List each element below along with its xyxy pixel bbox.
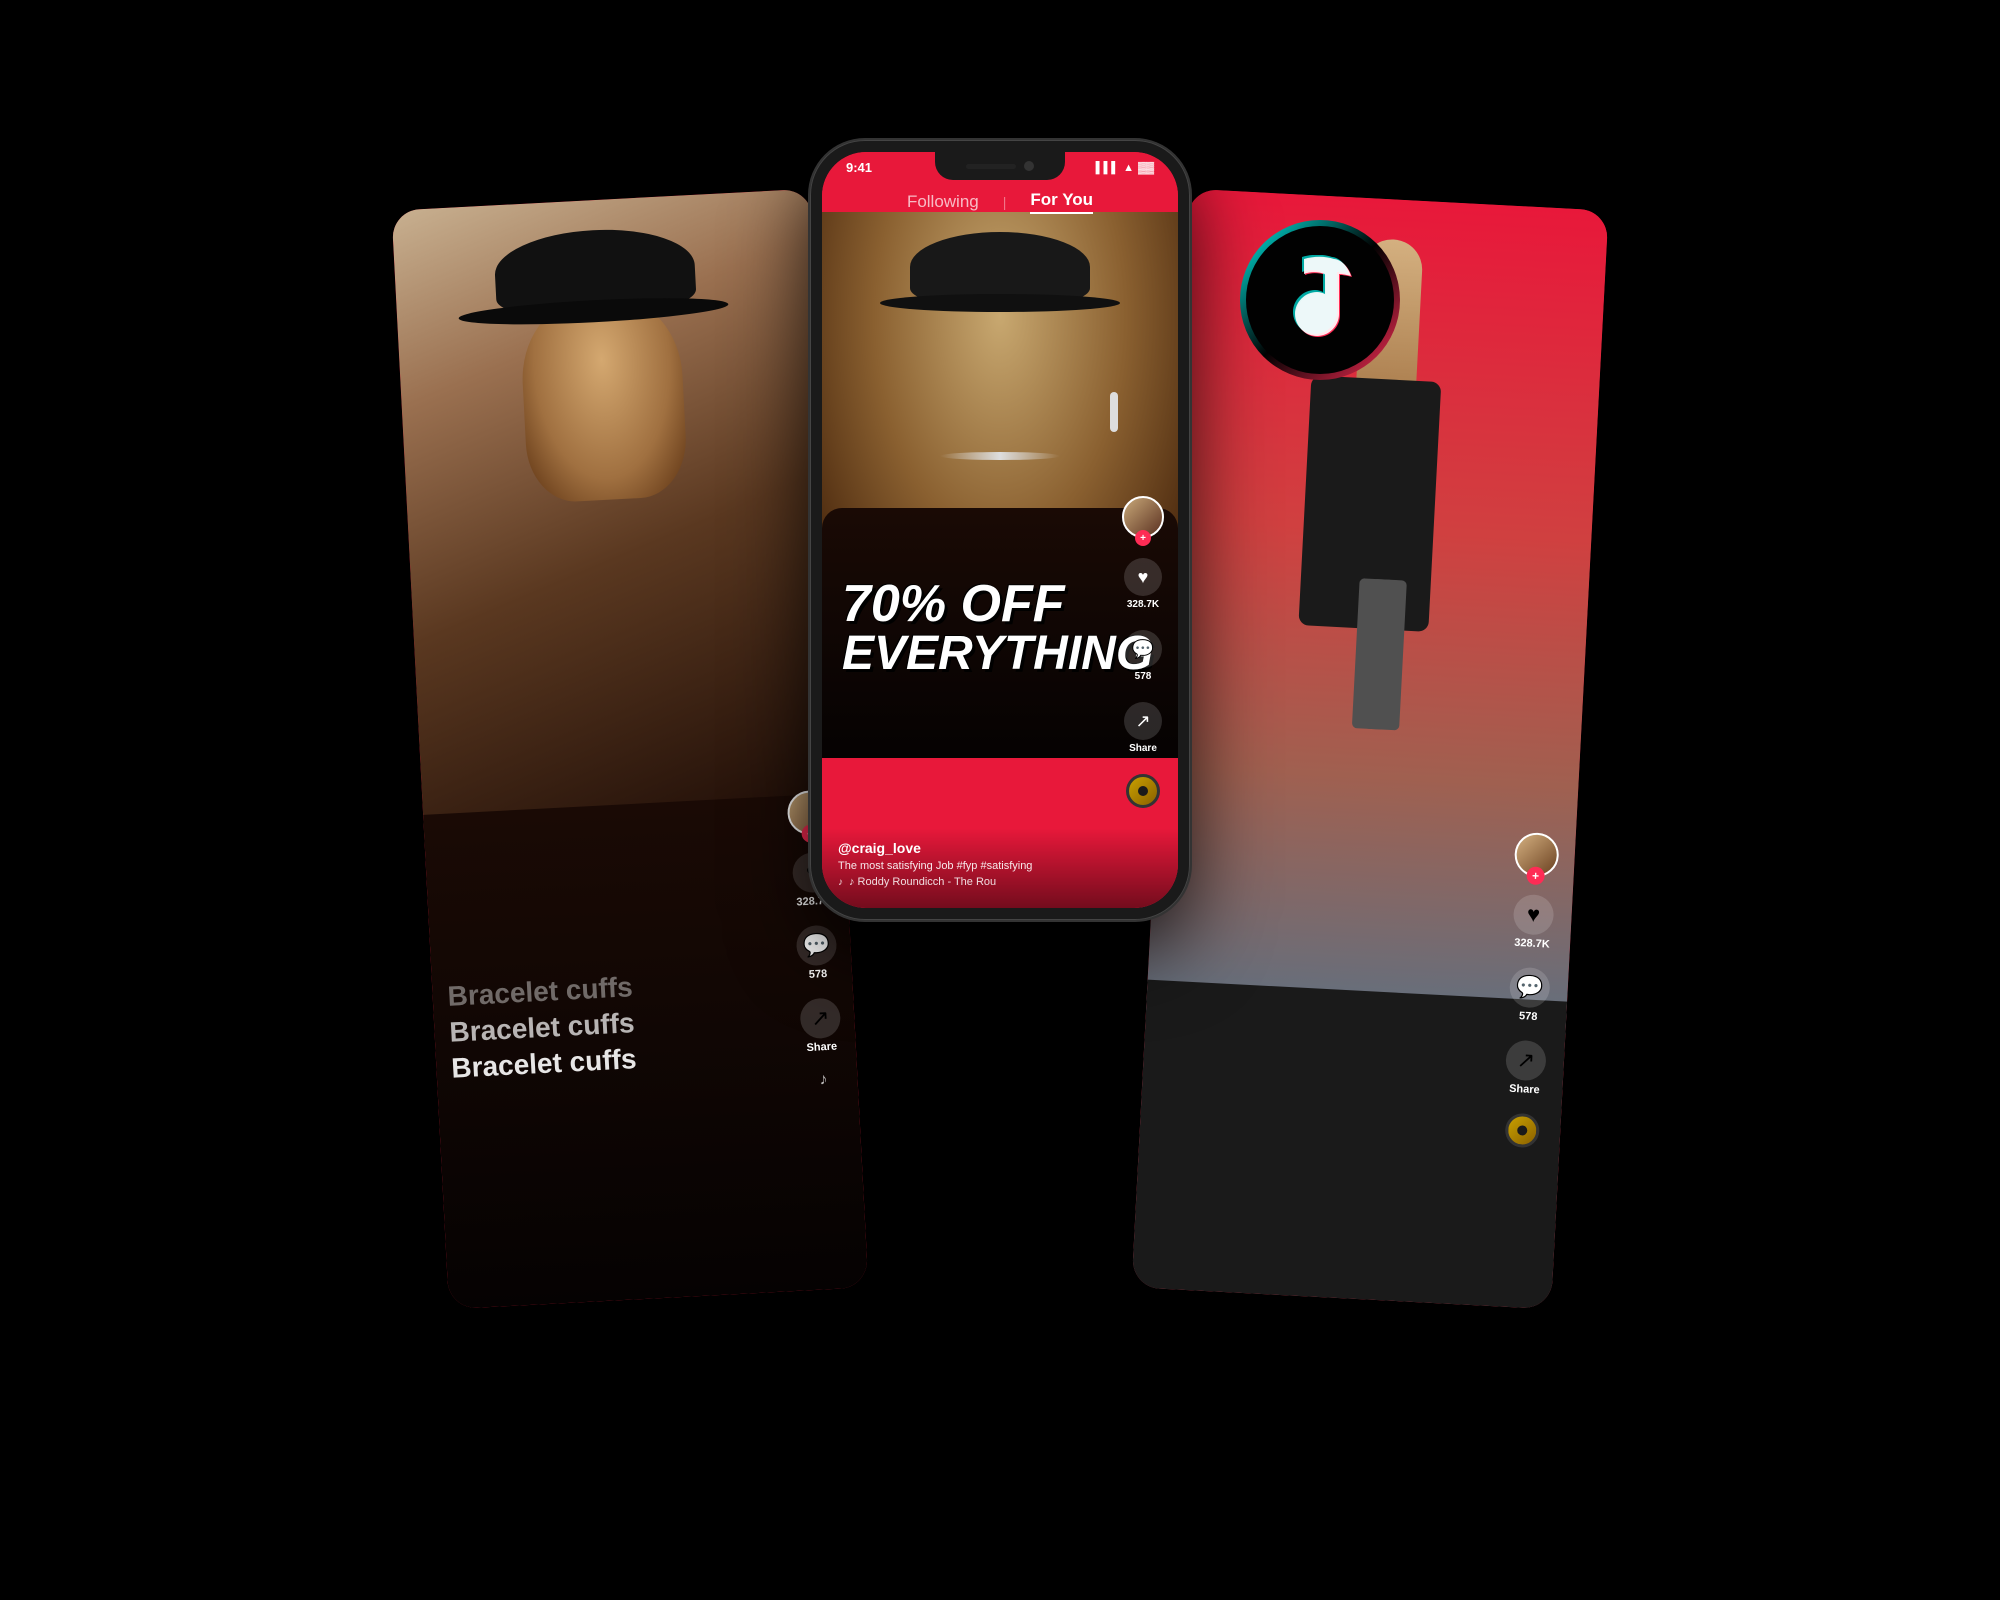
phone-share-label: Share [1129, 743, 1157, 754]
notch-speaker [966, 164, 1016, 169]
phone-comment-icon[interactable]: 💬 [1124, 630, 1162, 668]
right-share-label: Share [1509, 1083, 1540, 1097]
nav-divider: | [1003, 194, 1007, 210]
creator-name: @craig_love [838, 840, 1162, 856]
promo-main-text: 70% OFF [842, 578, 1118, 630]
right-card-music-disc [1504, 1113, 1540, 1149]
phone-music-disc [1126, 774, 1160, 808]
music-note-icon: ♪ [838, 877, 843, 888]
phone-avatar-container: + [1122, 496, 1164, 538]
promo-text-area: 70% OFF EVERYTHING [842, 578, 1118, 678]
phone-follow-plus[interactable]: + [1135, 530, 1151, 546]
phone-notch [935, 152, 1065, 180]
time-display: 9:41 [846, 160, 872, 175]
nav-tabs: Following | For You [822, 190, 1178, 214]
phone-side-icons: + ♥ 328.7K 💬 578 ↗ Share [1122, 496, 1164, 808]
phone-share: ↗ Share [1124, 702, 1162, 754]
right-share-icon[interactable]: ↗ [1505, 1040, 1547, 1082]
main-phone: 9:41 ▌▌▌ ▲ ▓▓ Following | For You [810, 140, 1190, 920]
tiktok-note-svg [1280, 255, 1360, 345]
phone-likes: ♥ 328.7K [1124, 558, 1162, 610]
right-card-follow-plus[interactable]: + [1526, 866, 1545, 885]
phone-like-count: 328.7K [1127, 599, 1159, 610]
right-card-share: ↗ Share [1504, 1040, 1547, 1097]
phone-share-icon[interactable]: ↗ [1124, 702, 1162, 740]
battery-icon: ▓▓ [1138, 162, 1154, 174]
music-note-icon: ♪ [819, 1071, 828, 1089]
video-caption: The most satisfying Job #fyp #satisfying [838, 860, 1162, 872]
phone-heart-icon[interactable]: ♥ [1124, 558, 1162, 596]
right-card-likes: ♥ 328.7K [1512, 894, 1555, 951]
phone-video-info: @craig_love The most satisfying Job #fyp… [822, 828, 1178, 908]
notch-camera [1024, 161, 1034, 171]
promo-sub-text: EVERYTHING [842, 630, 1118, 678]
music-info: ♪ ♪ Roddy Roundicch - The Rou [838, 876, 1162, 888]
right-card-comment-count: 578 [1519, 1010, 1538, 1023]
left-background-card: Bracelet cuffs Bracelet cuffs Bracelet c… [391, 189, 868, 1309]
phone-comments: 💬 578 [1124, 630, 1162, 682]
right-comment-icon[interactable]: 💬 [1509, 967, 1551, 1009]
wifi-icon: ▲ [1123, 162, 1134, 174]
signal-icon: ▌▌▌ [1096, 162, 1119, 174]
phone-comment-count: 578 [1135, 671, 1152, 682]
right-card-like-count: 328.7K [1514, 937, 1550, 951]
tab-for-you[interactable]: For You [1030, 190, 1093, 214]
right-card-comments: 💬 578 [1508, 967, 1551, 1024]
music-title: ♪ Roddy Roundicch - The Rou [849, 876, 996, 888]
main-scene: Bracelet cuffs Bracelet cuffs Bracelet c… [400, 100, 1600, 1500]
tiktok-logo [1240, 220, 1400, 380]
right-heart-icon[interactable]: ♥ [1513, 894, 1555, 936]
tab-following[interactable]: Following [907, 192, 979, 212]
